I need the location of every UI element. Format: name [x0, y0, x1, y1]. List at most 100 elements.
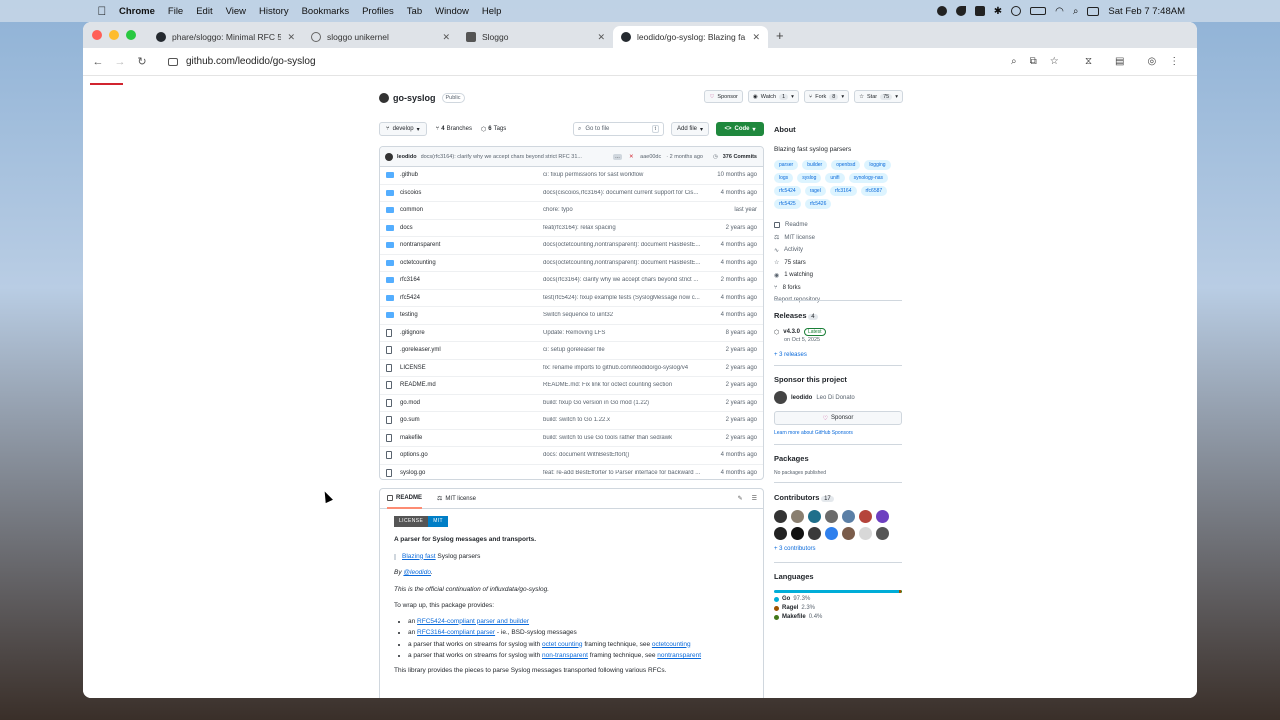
language-item[interactable]: Ragel 2.3% [774, 605, 902, 611]
file-row[interactable]: ciscoios docs(ciscoios,rfc3164): document… [380, 185, 763, 202]
zoom-window-button[interactable] [126, 30, 136, 40]
file-row[interactable]: nontransparent docs(octetcounting,nontran… [380, 237, 763, 255]
close-tab-icon[interactable]: ✕ [287, 32, 295, 43]
topic-tag[interactable]: unifi [825, 173, 845, 183]
commit-message[interactable]: docs(rfc3164): clarify why we accept cha… [421, 154, 607, 160]
profile-icon[interactable]: ◎ [1147, 56, 1156, 67]
file-commit-message[interactable]: fix: rename imports to github.com/leodid… [543, 365, 709, 371]
failed-status-icon[interactable]: ✕ [629, 154, 634, 160]
tab-sloggo[interactable]: Sloggo ✕ [458, 26, 613, 48]
file-row[interactable]: go.mod build: fixup Go version in Go mod … [380, 395, 763, 412]
menu-bookmarks[interactable]: Bookmarks [302, 6, 350, 17]
file-commit-message[interactable]: feat: re-add BestEfforter to Parser inte… [543, 470, 709, 476]
contributor-avatar[interactable] [842, 510, 855, 523]
file-row[interactable]: common chore: typo last year [380, 202, 763, 220]
sponsor-user[interactable]: leodido Leo Di Donato [774, 391, 902, 404]
file-commit-message[interactable]: ci: fixup permissions for sast workflow [543, 172, 709, 178]
user-icon[interactable] [1011, 6, 1022, 16]
latest-release[interactable]: ⬡ v4.3.0 Latest [774, 328, 902, 336]
back-icon[interactable]: ← [87, 56, 109, 68]
file-commit-message[interactable]: Update: Removing LFS [543, 330, 709, 336]
octet-counting-link[interactable]: octet counting [542, 641, 582, 648]
commit-author[interactable]: leodido [397, 154, 417, 160]
topic-tag[interactable]: builder [802, 160, 828, 170]
sponsor-sidebar-button[interactable]: ♡ Sponsor [774, 411, 902, 425]
commit-hash[interactable]: aae00dc [640, 154, 661, 160]
contributor-avatar[interactable] [859, 527, 872, 540]
watch-button[interactable]: ◉ Watch 1 ▾ [747, 90, 799, 103]
code-button[interactable]: <> Code ▾ [716, 122, 764, 136]
apple-icon[interactable]:  [95, 4, 109, 18]
more-releases-link[interactable]: + 3 releases [774, 352, 902, 358]
reload-icon[interactable]: ↻ [131, 55, 153, 68]
moon-icon[interactable] [955, 6, 966, 16]
menu-edit[interactable]: Edit [196, 6, 212, 17]
file-commit-message[interactable]: test(rfc5424): fixup example tests (Sysl… [543, 295, 709, 301]
topic-tag[interactable]: logging [864, 160, 891, 170]
address-bar[interactable]: github.com/leodido/go-syslog [160, 51, 1038, 72]
topic-tag[interactable]: parser [774, 160, 799, 170]
file-name[interactable]: go.sum [400, 417, 543, 423]
slack-icon[interactable] [974, 6, 985, 16]
releases-title[interactable]: Releases [774, 311, 807, 320]
side-panel-icon[interactable]: ▤ [1115, 56, 1124, 67]
star-button[interactable]: ☆ Star 75 ▾ [854, 90, 903, 103]
file-row[interactable]: makefile build: switch to use Go tools ra… [380, 430, 763, 447]
author-link[interactable]: @leodido [403, 569, 431, 576]
file-name[interactable]: nontransparent [400, 242, 543, 248]
watching-link[interactable]: ◉ 1 watching [774, 269, 902, 282]
battery-icon[interactable] [1030, 7, 1047, 15]
contributor-avatar[interactable] [791, 527, 804, 540]
topic-tag[interactable]: openbsd [831, 160, 861, 170]
menubar-datetime[interactable]: Sat Feb 7 7:48AM [1108, 6, 1185, 17]
file-commit-message[interactable]: docs(octetcounting,nontransparent): docu… [543, 260, 709, 266]
stars-link[interactable]: ☆ 75 stars [774, 257, 902, 270]
add-file-button[interactable]: Add file ▾ [671, 122, 710, 136]
file-commit-message[interactable]: docs(ciscoios,rfc3164): document current… [543, 190, 709, 196]
file-commit-message[interactable]: Switch sequence to uint32 [543, 312, 709, 318]
topic-tag[interactable]: ragel [804, 186, 826, 196]
caret-icon[interactable]: ▾ [791, 94, 794, 100]
file-commit-message[interactable]: docs(octetcounting,nontransparent): docu… [543, 242, 709, 248]
caret-icon[interactable]: ▾ [841, 94, 844, 100]
file-row[interactable]: docs feat(rfc3164): relax spacing 2 years … [380, 220, 763, 237]
file-row[interactable]: syslog.go feat: re-add BestEfforter to Pa… [380, 465, 763, 480]
topic-tag[interactable]: rfc5425 [774, 199, 801, 209]
chrome-menu-icon[interactable]: ⋮ [1169, 56, 1179, 67]
owner-avatar[interactable] [379, 93, 389, 103]
file-commit-message[interactable]: feat(rfc3164): relax spacing [543, 225, 709, 231]
blazing-fast-link[interactable]: Blazing fast [402, 553, 436, 560]
topic-tag[interactable]: rfc3164 [829, 186, 857, 196]
file-row[interactable]: options.go docs: document WithBestEffort(… [380, 447, 763, 465]
file-name[interactable]: common [400, 207, 543, 213]
file-row[interactable]: .gitignore Update: Removing LFS 8 years ag… [380, 325, 763, 342]
edit-icon[interactable]: ✎ [738, 495, 743, 502]
language-item[interactable]: Go 97.3% [774, 596, 902, 602]
topic-tag[interactable]: rfc5424 [774, 186, 801, 196]
commits-link[interactable]: 376 Commits [723, 154, 757, 160]
file-commit-message[interactable]: docs(rfc3164): clarify why we accept cha… [543, 277, 709, 283]
close-tab-icon[interactable]: ✕ [752, 32, 760, 43]
topic-tag[interactable]: synology-nas [848, 173, 889, 183]
new-tab-button[interactable]: + [776, 28, 784, 43]
author-avatar[interactable] [385, 152, 393, 161]
record-icon[interactable] [936, 6, 947, 16]
file-name[interactable]: .goreleaser.yml [400, 347, 543, 353]
file-row[interactable]: octetcounting docs(octetcounting,nontrans… [380, 255, 763, 272]
contributor-avatar[interactable] [842, 527, 855, 540]
go-to-file-input[interactable]: ⌕ Go to file t [573, 122, 664, 136]
file-name[interactable]: LICENSE [400, 365, 543, 371]
license-badge[interactable]: LICENSE MIT [394, 516, 449, 527]
activity-link[interactable]: ∿ Activity [774, 244, 902, 257]
file-name[interactable]: makefile [400, 435, 543, 441]
file-name[interactable]: .gitignore [400, 330, 543, 336]
contributor-avatar[interactable] [808, 510, 821, 523]
file-name[interactable]: docs [400, 225, 543, 231]
topic-tag[interactable]: syslog [797, 173, 822, 183]
extensions-icon[interactable]: ⧖ [1085, 56, 1092, 67]
close-tab-icon[interactable]: ✕ [442, 32, 450, 43]
tab-phare-sloggo[interactable]: phare/sloggo: Minimal RFC 5 ✕ [148, 26, 303, 48]
topic-tag[interactable]: rfc5426 [804, 199, 832, 209]
non-transparent-link[interactable]: non-transparent [542, 652, 588, 659]
file-name[interactable]: README.md [400, 382, 543, 388]
